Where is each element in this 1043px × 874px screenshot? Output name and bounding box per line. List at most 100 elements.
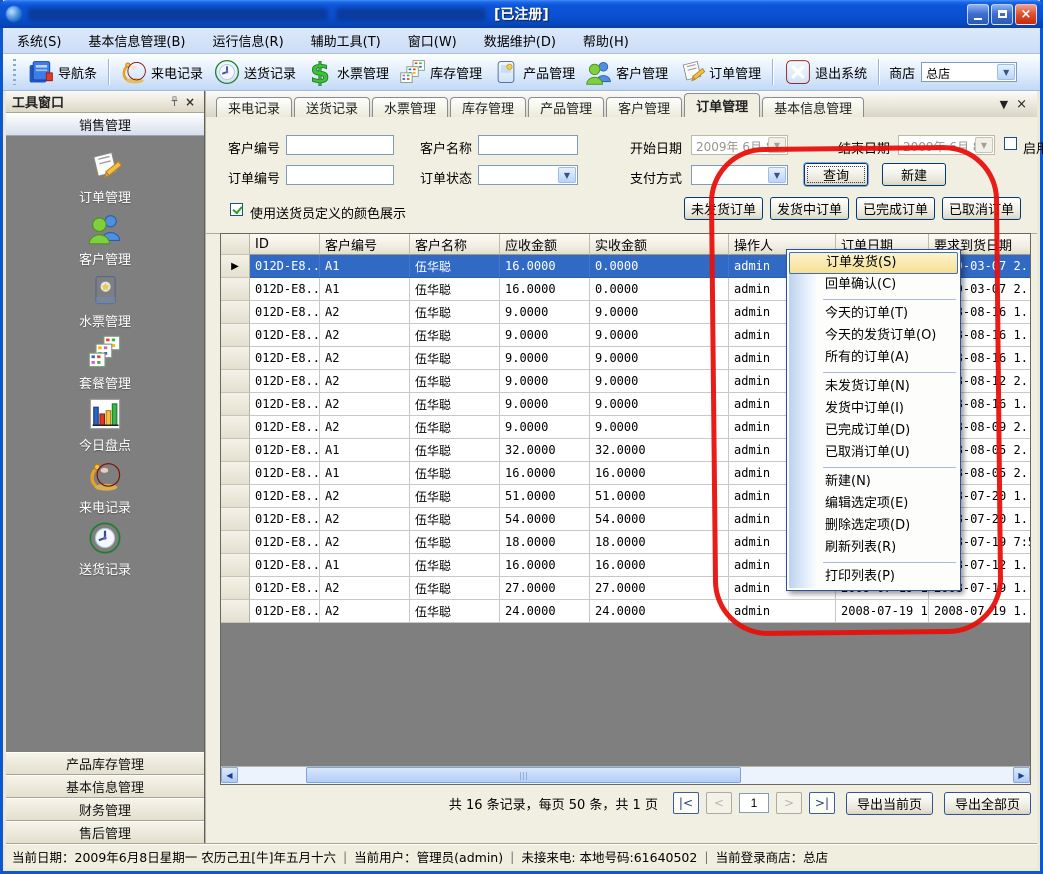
row-selector[interactable] <box>221 324 250 347</box>
context-menu-item-7[interactable]: 未发货订单(N) <box>789 376 958 398</box>
horizontal-scrollbar[interactable]: ◀ ▶ <box>221 766 1030 784</box>
enable-date-checkbox[interactable] <box>1004 137 1017 150</box>
toolbar-button-incoming-call[interactable]: 来电记录 <box>115 56 208 88</box>
start-date-picker[interactable]: 2009年 6月 8日 ▼ <box>691 135 788 155</box>
row-selector[interactable] <box>221 462 250 485</box>
sidebar-item-4[interactable]: 今日盘点 <box>6 396 204 458</box>
first-page-button[interactable]: |< <box>673 792 699 814</box>
export-current-page-button[interactable]: 导出当前页 <box>846 792 933 815</box>
sidebar-item-0[interactable]: 订单管理 <box>6 148 204 210</box>
row-selector[interactable] <box>221 554 250 577</box>
sidebar-group-button-1[interactable]: 基本信息管理 <box>6 775 204 798</box>
column-header-4[interactable]: 应收金额 <box>500 234 590 255</box>
pay-method-select[interactable]: ▼ <box>691 165 788 185</box>
row-selector[interactable] <box>221 531 250 554</box>
sidebar-group-button-3[interactable]: 售后管理 <box>6 821 204 844</box>
sidebar-group-button-2[interactable]: 财务管理 <box>6 798 204 821</box>
column-header-3[interactable]: 客户名称 <box>410 234 500 255</box>
context-menu-item-8[interactable]: 发货中订单(I) <box>789 398 958 420</box>
toolbar-button-inventory-grid[interactable]: 库存管理 <box>394 56 487 88</box>
menubar-item-2[interactable]: 运行信息(R) <box>212 31 283 50</box>
new-button[interactable]: 新建 <box>882 163 946 186</box>
toolbar-button-product[interactable]: 产品管理 <box>487 56 580 88</box>
maximize-button[interactable] <box>991 4 1013 25</box>
menubar-item-5[interactable]: 数据维护(D) <box>484 31 556 50</box>
row-selector[interactable] <box>221 278 250 301</box>
context-menu-item-1[interactable]: 回单确认(C) <box>789 274 958 296</box>
sidebar-group-button-0[interactable]: 产品库存管理 <box>6 752 204 775</box>
row-selector[interactable] <box>221 485 250 508</box>
minimize-button[interactable] <box>967 4 989 25</box>
context-menu-item-17[interactable]: 打印列表(P) <box>789 566 958 588</box>
row-selector[interactable] <box>221 393 250 416</box>
toolbar-button-customer[interactable]: 客户管理 <box>580 56 673 88</box>
toolbar-button-navigation-book[interactable]: 导航条 <box>22 56 102 88</box>
tab-7[interactable]: 基本信息管理 <box>762 97 864 117</box>
menubar-item-1[interactable]: 基本信息管理(B) <box>88 31 185 50</box>
close-tool-window-icon[interactable]: × <box>182 94 198 110</box>
sidebar-item-3[interactable]: 套餐管理 <box>6 334 204 396</box>
sidebar-item-1[interactable]: 客户管理 <box>6 210 204 272</box>
row-selector[interactable] <box>221 508 250 531</box>
status-filter-button-1[interactable]: 发货中订单 <box>770 197 849 220</box>
tab-1[interactable]: 送货记录 <box>294 97 370 117</box>
export-all-pages-button[interactable]: 导出全部页 <box>944 792 1031 815</box>
column-header-1[interactable]: ID <box>250 234 320 255</box>
table-row[interactable]: 012D-E8...A2伍华聪24.000024.0000admin2008-0… <box>221 600 1030 623</box>
sidebar-item-5[interactable]: 来电记录 <box>6 458 204 520</box>
context-menu-item-0[interactable]: 订单发货(S) <box>789 252 958 274</box>
status-filter-button-0[interactable]: 未发货订单 <box>684 197 763 220</box>
next-page-button[interactable]: > <box>776 792 802 814</box>
query-button[interactable]: 查询 <box>804 163 868 186</box>
context-menu-item-14[interactable]: 删除选定项(D) <box>789 515 958 537</box>
scroll-right-icon[interactable]: ▶ <box>1013 767 1030 783</box>
sidebar-group-sales[interactable]: 销售管理 <box>6 113 204 136</box>
toolbar-button-order[interactable]: 订单管理 <box>673 56 766 88</box>
context-menu-item-10[interactable]: 已取消订单(U) <box>789 442 958 464</box>
order-status-select[interactable]: ▼ <box>478 165 578 185</box>
toolbar-button-delivery-clock[interactable]: 送货记录 <box>208 56 301 88</box>
scrollbar-thumb[interactable] <box>306 767 741 783</box>
menubar-item-4[interactable]: 窗口(W) <box>408 31 457 50</box>
prev-page-button[interactable]: < <box>706 792 732 814</box>
sidebar-item-2[interactable]: 水票管理 <box>6 272 204 334</box>
end-date-picker[interactable]: 2009年 6月 8日 ▼ <box>898 135 995 155</box>
menubar-item-6[interactable]: 帮助(H) <box>583 31 629 50</box>
order-no-input[interactable] <box>286 165 394 185</box>
column-header-2[interactable]: 客户编号 <box>320 234 410 255</box>
tab-list-dropdown-icon[interactable]: ▼ <box>1000 98 1008 111</box>
context-menu-item-15[interactable]: 刷新列表(R) <box>789 537 958 559</box>
context-menu-item-12[interactable]: 新建(N) <box>789 471 958 493</box>
context-menu-item-5[interactable]: 所有的订单(A) <box>789 347 958 369</box>
tab-4[interactable]: 产品管理 <box>528 97 604 117</box>
context-menu-item-4[interactable]: 今天的发货订单(O) <box>789 325 958 347</box>
tab-0[interactable]: 来电记录 <box>216 97 292 117</box>
row-selector[interactable] <box>221 347 250 370</box>
customer-name-input[interactable] <box>478 135 578 155</box>
row-selector[interactable] <box>221 439 250 462</box>
toolbar-button-exit[interactable]: 退出系统 <box>779 56 872 88</box>
row-selector[interactable] <box>221 370 250 393</box>
customer-no-input[interactable] <box>286 135 394 155</box>
close-button[interactable]: × <box>1015 4 1037 25</box>
page-number-input[interactable] <box>739 793 769 813</box>
last-page-button[interactable]: >| <box>809 792 835 814</box>
menubar-item-3[interactable]: 辅助工具(T) <box>311 31 381 50</box>
column-header-5[interactable]: 实收金额 <box>590 234 729 255</box>
context-menu-item-13[interactable]: 编辑选定项(E) <box>789 493 958 515</box>
context-menu-item-3[interactable]: 今天的订单(T) <box>789 303 958 325</box>
row-selector[interactable] <box>221 416 250 439</box>
pin-icon[interactable] <box>166 94 182 110</box>
sidebar-item-6[interactable]: 送货记录 <box>6 520 204 582</box>
row-selector[interactable] <box>221 577 250 600</box>
color-display-checkbox[interactable] <box>230 203 243 216</box>
scroll-left-icon[interactable]: ◀ <box>221 767 238 783</box>
tab-3[interactable]: 库存管理 <box>450 97 526 117</box>
store-select[interactable]: 总店▼ <box>921 62 1017 82</box>
toolbar-button-dollar[interactable]: 水票管理 <box>301 56 394 88</box>
context-menu-item-9[interactable]: 已完成订单(D) <box>789 420 958 442</box>
column-header-0[interactable] <box>221 234 250 255</box>
status-filter-button-3[interactable]: 已取消订单 <box>942 197 1021 220</box>
row-selector[interactable] <box>221 301 250 324</box>
tab-2[interactable]: 水票管理 <box>372 97 448 117</box>
